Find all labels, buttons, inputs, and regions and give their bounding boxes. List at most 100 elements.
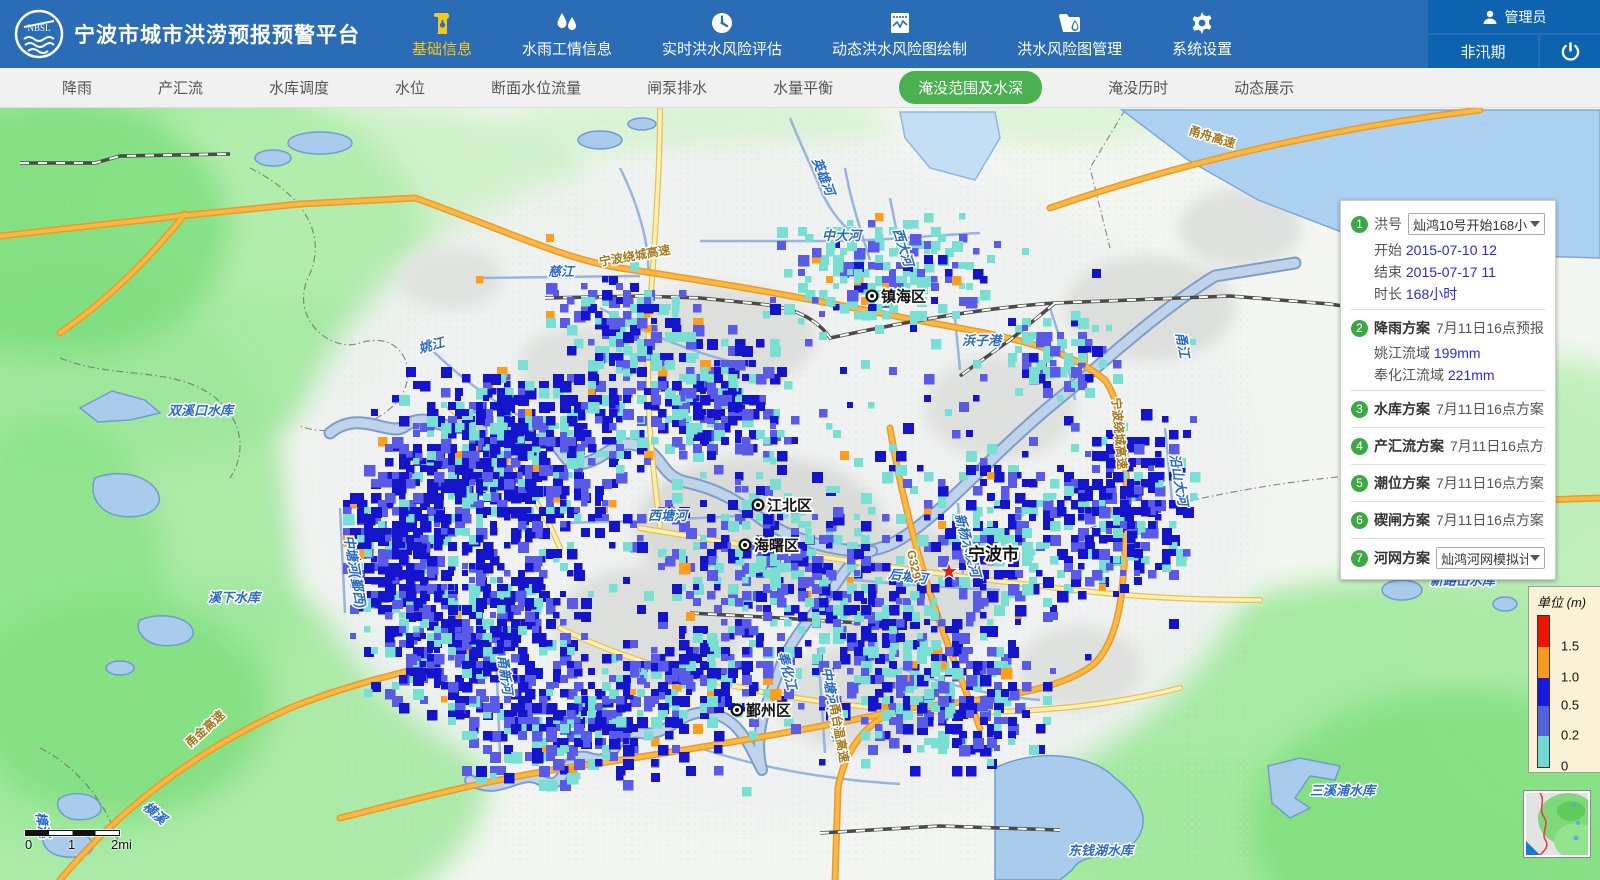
- scheme-value: 7月11日16点方案: [1436, 473, 1544, 493]
- water-label: 西塘河: [648, 508, 690, 523]
- page-title: 宁波市城市洪涝预报预警平台: [74, 19, 360, 49]
- power-icon: [1561, 42, 1580, 61]
- city-label: 宁波市: [968, 544, 1019, 564]
- main-nav: 基础信息 水雨工情信息实时洪水风险评估 动态洪水风险图绘制洪水风险图管理 系统设置: [412, 0, 1232, 68]
- nav-item-4[interactable]: 动态洪水风险图绘制: [832, 10, 967, 59]
- district-label: 镇海区: [881, 288, 926, 306]
- subnav-tab-7[interactable]: 水量平衡: [773, 77, 833, 98]
- subnav-tab-3[interactable]: 水库调度: [269, 77, 329, 98]
- legend-segment: [1538, 616, 1549, 647]
- legend-tick-label: 1.5: [1561, 639, 1579, 654]
- scheme-value: 7月11日16点方案: [1450, 436, 1545, 456]
- scheme-select-value: 灿鸿10号开始168小时: [1413, 215, 1528, 234]
- mode-label: 非汛期: [1460, 41, 1505, 62]
- legend-tick-label: 1.0: [1561, 670, 1579, 685]
- detail-value: 221mm: [1448, 367, 1495, 383]
- logout-button[interactable]: [1540, 35, 1600, 68]
- legend-tick-label: 0.2: [1561, 728, 1579, 743]
- app-logo-icon: NBSL: [14, 9, 64, 59]
- panel-divider: [1351, 464, 1545, 465]
- nav-item-1[interactable]: 基础信息: [412, 10, 472, 59]
- scheme-select-value: 灿鸿河网模拟计算: [1441, 549, 1528, 568]
- detail-key: 姚江流域: [1374, 345, 1434, 361]
- scheme-row-5: 5潮位方案7月11日16点方案: [1351, 469, 1545, 497]
- nav-item-label: 系统设置: [1172, 38, 1232, 59]
- scheme-value: 7月11日16点方案: [1436, 510, 1544, 530]
- scheme-detail: 姚江流域 199mm: [1351, 342, 1545, 364]
- scheme-label: 河网方案: [1374, 548, 1430, 568]
- legend-tick-label: 0: [1561, 759, 1568, 774]
- step-badge: 3: [1351, 401, 1368, 418]
- scheme-value: 7月11日16点预报: [1436, 318, 1544, 338]
- map-scalebar: 0 1 2mi: [25, 830, 145, 852]
- scheme-select[interactable]: 灿鸿10号开始168小时: [1408, 213, 1545, 235]
- water-label: 东钱湖水库: [1068, 843, 1136, 858]
- panel-divider: [1351, 309, 1545, 310]
- panel-divider: [1351, 538, 1545, 539]
- user-icon: [1482, 9, 1498, 25]
- subnav-tab-2[interactable]: 产汇流: [158, 77, 203, 98]
- nav-item-2[interactable]: 水雨工情信息: [522, 10, 612, 59]
- water-label: 浜子港: [962, 333, 1003, 348]
- app-header: NBSL 宁波市城市洪涝预报预警平台 基础信息 水雨工情信息实时洪水风险评估 动态洪…: [0, 0, 1600, 68]
- brand: NBSL 宁波市城市洪涝预报预警平台: [14, 9, 360, 59]
- scalebar-label: 1: [68, 837, 75, 852]
- district-label: 鄞州区: [746, 702, 791, 720]
- subnav-tab-9[interactable]: 淹没历时: [1108, 77, 1168, 98]
- user-menu[interactable]: 管理员: [1428, 0, 1600, 33]
- step-badge: 7: [1351, 550, 1368, 567]
- chevron-down-icon: [1530, 221, 1540, 227]
- gear-icon: [1191, 10, 1213, 34]
- nav-item-5[interactable]: 洪水风险图管理: [1017, 10, 1122, 59]
- legend-segment: [1538, 647, 1549, 678]
- scheme-label: 潮位方案: [1374, 473, 1430, 493]
- scheme-detail: 时长 168小时: [1351, 283, 1545, 305]
- nav-item-label: 实时洪水风险评估: [662, 38, 782, 59]
- scheme-label: 水库方案: [1374, 399, 1430, 419]
- legend-title: 单位 (m): [1537, 592, 1600, 611]
- legend-tick-label: 0.5: [1561, 698, 1579, 713]
- flood-season-mode-button[interactable]: 非汛期: [1428, 35, 1538, 68]
- water-label: 中大河: [822, 228, 864, 243]
- step-badge: 4: [1351, 438, 1368, 455]
- subnav-tab-8[interactable]: 淹没范围及水深: [899, 71, 1042, 104]
- scheme-label: 碶闸方案: [1374, 510, 1430, 530]
- scheme-detail: 结束 2015-07-17 11: [1351, 261, 1545, 283]
- nav-item-3[interactable]: 实时洪水风险评估: [662, 10, 782, 59]
- panel-divider: [1351, 390, 1545, 391]
- subnav-tab-4[interactable]: 水位: [395, 77, 425, 98]
- scheme-row-7: 7 河网方案灿鸿河网模拟计算: [1351, 543, 1545, 573]
- scheme-row-1: 1洪号灿鸿10号开始168小时: [1351, 209, 1545, 239]
- scheme-row-3: 3 水库方案 7月11日16点方案: [1351, 395, 1545, 423]
- step-badge: 1: [1351, 216, 1368, 233]
- detail-key: 时长: [1374, 286, 1406, 302]
- subnav-tab-5[interactable]: 断面水位流量: [491, 77, 581, 98]
- nav-item-6[interactable]: 系统设置: [1172, 10, 1232, 59]
- scheme-row-6: 6碶闸方案7月11日16点方案: [1351, 506, 1545, 534]
- step-badge: 2: [1351, 320, 1368, 337]
- city-star-marker: ★: [940, 561, 958, 583]
- legend-color-bar: [1537, 615, 1550, 768]
- user-zone: 管理员 非汛期: [1428, 0, 1600, 68]
- scheme-value: 7月11日16点方案: [1436, 399, 1544, 419]
- overview-minimap[interactable]: [1523, 790, 1591, 858]
- legend-segment: [1538, 736, 1549, 767]
- scheme-select[interactable]: 灿鸿河网模拟计算: [1436, 547, 1545, 569]
- scheme-label: 降雨方案: [1374, 318, 1430, 338]
- nav-item-label: 基础信息: [412, 38, 472, 59]
- folder-icon: [1058, 10, 1082, 34]
- flood-scheme-panel: 1洪号灿鸿10号开始168小时开始 2015-07-10 12结束 2015-0…: [1340, 200, 1556, 580]
- detail-value: 2015-07-10 12: [1406, 242, 1497, 258]
- subnav-tab-6[interactable]: 闸泵排水: [647, 77, 707, 98]
- subnav-tab-10[interactable]: 动态展示: [1234, 77, 1294, 98]
- scalebar-label: 2mi: [111, 837, 132, 852]
- panel-divider: [1351, 427, 1545, 428]
- detail-value: 168小时: [1406, 286, 1457, 302]
- sub-nav: 降雨 产汇流 水库调度 水位 断面水位流量 闸泵排水 水量平衡 淹没范围及水深 淹没历时 动态展示: [0, 68, 1600, 108]
- scheme-detail: 开始 2015-07-10 12: [1351, 239, 1545, 261]
- scalebar-label: 0: [25, 837, 32, 852]
- district-label: 江北区: [767, 497, 812, 515]
- district-label: 海曙区: [754, 537, 799, 555]
- nav-item-label: 洪水风险图管理: [1017, 38, 1122, 59]
- subnav-tab-1[interactable]: 降雨: [62, 77, 92, 98]
